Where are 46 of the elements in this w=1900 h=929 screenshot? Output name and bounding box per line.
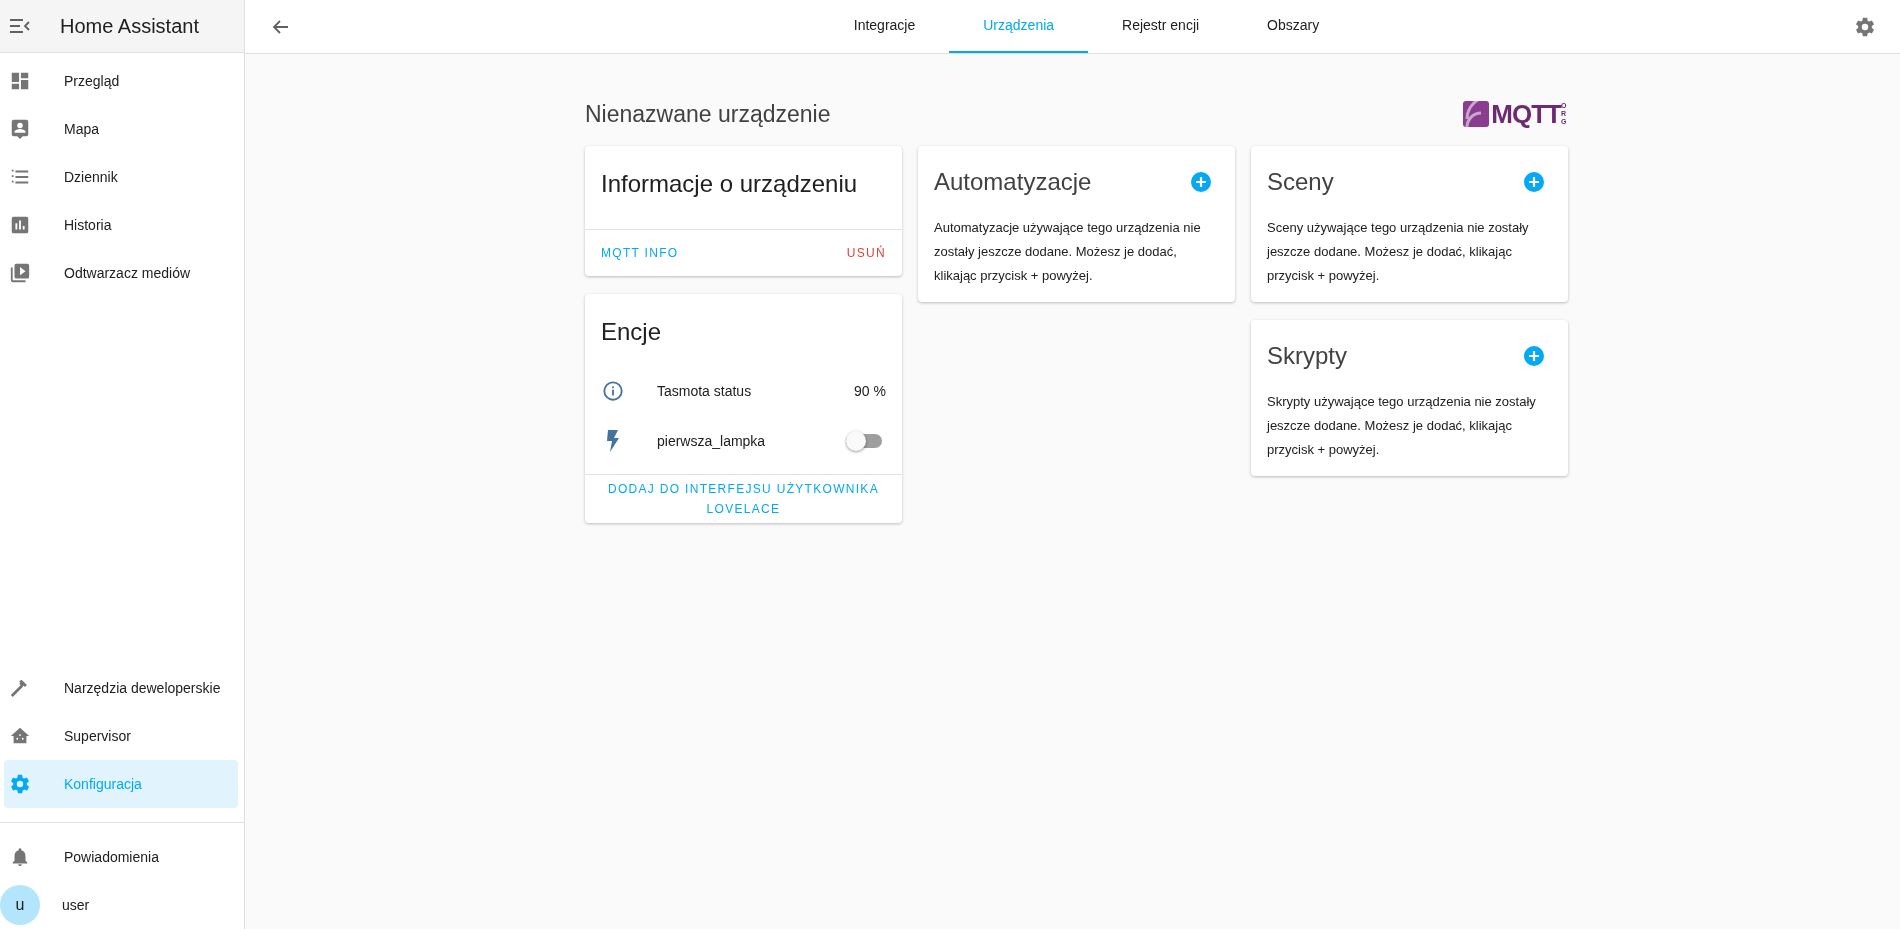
sidebar-item[interactable]: Odtwarzacz mediów — [4, 249, 238, 297]
entity-value: 90 % — [854, 381, 886, 401]
app-title: Home Assistant — [60, 14, 199, 39]
settings-icon — [9, 773, 31, 795]
add-button[interactable] — [1191, 172, 1211, 192]
wave-icon — [1463, 101, 1490, 127]
notifications-item[interactable]: Powiadomienia — [4, 833, 240, 881]
card-title: Sceny — [1267, 167, 1334, 197]
tab[interactable]: Integracje — [819, 0, 950, 53]
card-title: Automatyzacje — [934, 167, 1092, 197]
add-button[interactable] — [1524, 346, 1544, 366]
card-description: Automatyzacje używające tego urządzenia nie zostały jeszcze dodane. Możesz je dodać, klikając przycisk + powyżej. — [934, 219, 1202, 285]
bar-chart-icon — [9, 214, 31, 236]
tab[interactable]: Rejestr encji — [1088, 0, 1234, 53]
info-icon — [602, 380, 624, 402]
sidebar-item[interactable]: Przegląd — [4, 57, 238, 105]
card-title: Informacje o urządzeniu — [601, 170, 858, 197]
card-title: Encje — [601, 318, 662, 345]
plus-circle-icon — [1524, 346, 1544, 366]
toggle-switch[interactable] — [846, 434, 882, 448]
menu-icon — [10, 19, 30, 33]
plus-circle-icon — [1191, 172, 1211, 192]
delete-button[interactable]: USUŃ — [838, 235, 894, 271]
settings-icon — [1854, 15, 1876, 38]
entity-name: pierwsza_lampka — [657, 431, 767, 451]
back-arrow-icon — [272, 18, 288, 35]
entity-name: Tasmota status — [657, 381, 753, 401]
device-title: Nienazwane urządzenie — [585, 99, 831, 129]
play-box-icon — [9, 262, 31, 284]
add-button[interactable] — [1524, 172, 1544, 192]
sidebar-item[interactable]: Narzędzia deweloperskie — [4, 664, 238, 712]
dashboard-icon — [9, 70, 31, 92]
tab[interactable]: Obszary — [1233, 0, 1354, 53]
sidebar-item[interactable]: Mapa — [4, 105, 238, 153]
card-description: Sceny używające tego urządzenia nie zostały jeszcze dodane. Możesz je dodać, klikając przycisk + powyżej. — [1267, 219, 1530, 285]
person-pin-icon — [9, 118, 31, 140]
sidebar-item[interactable]: Historia — [4, 201, 238, 249]
lightning-icon — [606, 430, 620, 452]
card-title: Skrypty — [1267, 341, 1347, 371]
card-description: Skrypty używające tego urządzenia nie zostały jeszcze dodane. Możesz je dodać, klikając przycisk + powyżej. — [1267, 393, 1537, 459]
plus-circle-icon — [1524, 172, 1544, 192]
sidebar-item[interactable]: Dziennik — [4, 153, 238, 201]
user-item[interactable]: u user — [0, 881, 244, 929]
user-avatar: u — [0, 885, 40, 925]
logo-text: MQTT — [1491, 101, 1561, 127]
sidebar-item[interactable]: Supervisor — [4, 712, 238, 760]
